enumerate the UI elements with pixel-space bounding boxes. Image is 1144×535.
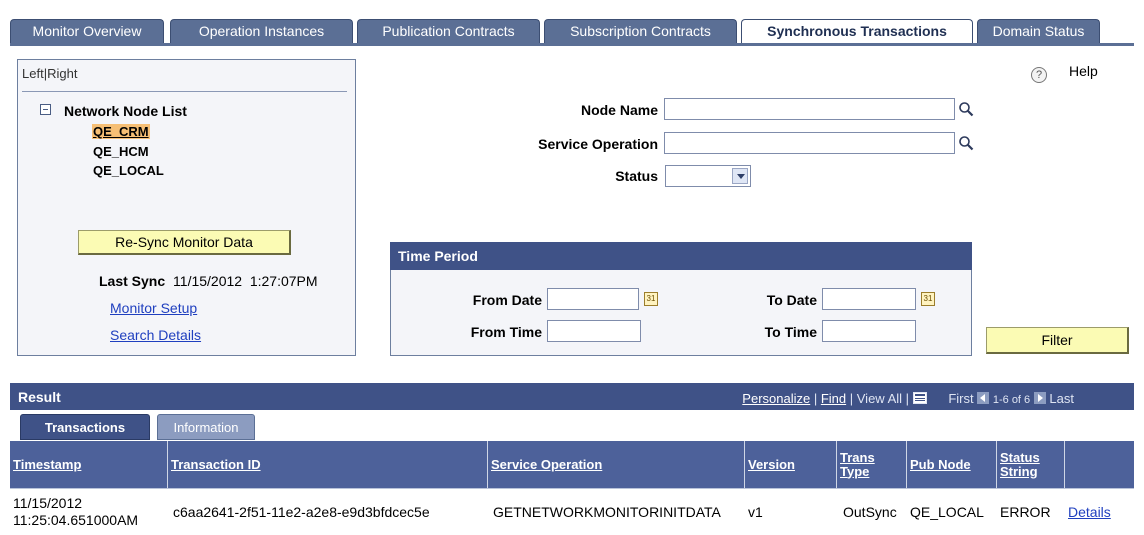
row-range: 1-6 of 6 — [992, 394, 1031, 406]
node-item-qe-local[interactable]: QE_LOCAL — [93, 163, 164, 178]
download-grid-icon[interactable] — [912, 392, 927, 404]
network-node-list-title: Network Node List — [64, 103, 187, 119]
tab-information[interactable]: Information — [157, 414, 255, 440]
to-date-calendar-icon[interactable]: 31 — [921, 292, 935, 306]
tab-monitor-overview[interactable]: Monitor Overview — [10, 19, 164, 43]
filter-button[interactable]: Filter — [986, 327, 1129, 354]
next-arrow-icon[interactable] — [1033, 392, 1046, 404]
tab-publication-contracts[interactable]: Publication Contracts — [357, 19, 540, 43]
cell-timestamp: 11/15/2012 11:25:04.651000AM — [10, 488, 168, 535]
cell-pub-node: QE_LOCAL — [910, 503, 984, 520]
tab-transactions[interactable]: Transactions — [20, 414, 150, 440]
from-date-label: From Date — [472, 292, 542, 308]
tab-synchronous-transactions[interactable]: Synchronous Transactions — [741, 19, 973, 44]
view-all-link[interactable]: View All — [857, 391, 902, 406]
details-link[interactable]: Details — [1065, 488, 1134, 535]
column-header-timestamp[interactable]: Timestamp — [10, 441, 168, 488]
personalize-link[interactable]: Personalize — [742, 391, 810, 406]
panel-divider — [22, 91, 347, 92]
first-link[interactable]: First — [948, 391, 973, 406]
tab-underline — [10, 43, 1134, 46]
timestamp-date: 11/15/2012 — [13, 494, 83, 511]
status-label: Status — [615, 168, 658, 184]
last-sync-label: Last Sync — [99, 273, 166, 289]
tab-operation-instances[interactable]: Operation Instances — [170, 19, 353, 43]
service-operation-label: Service Operation — [538, 136, 658, 152]
collapse-minus-icon[interactable] — [40, 104, 51, 115]
result-title: Result — [18, 389, 61, 405]
search-details-link[interactable]: Search Details — [110, 327, 201, 343]
cell-status: ERROR — [1000, 503, 1051, 520]
result-navigation: Personalize | Find | View All | First 1-… — [742, 391, 1074, 406]
to-date-label: To Date — [766, 292, 817, 308]
resync-monitor-data-button[interactable]: Re-Sync Monitor Data — [78, 230, 291, 255]
result-tab-bar: Transactions Information — [10, 414, 1134, 441]
column-header-trans-type[interactable]: Trans Type — [837, 441, 907, 488]
last-link[interactable]: Last — [1049, 391, 1074, 406]
node-item-qe-crm[interactable]: QE_CRM — [92, 124, 150, 139]
time-period-title: Time Period — [390, 242, 972, 270]
tab-subscription-contracts[interactable]: Subscription Contracts — [544, 19, 737, 43]
service-operation-lookup-icon[interactable] — [958, 135, 974, 151]
to-time-input[interactable] — [822, 320, 916, 342]
right-link[interactable]: Right — [47, 66, 77, 81]
status-select[interactable] — [665, 165, 751, 187]
top-tab-bar: Monitor Overview Operation Instances Pub… — [10, 19, 1134, 44]
cell-service-operation: GETNETWORKMONITORINITDATA — [493, 503, 721, 520]
column-header-pub-node[interactable]: Pub Node — [907, 441, 997, 488]
left-link[interactable]: Left — [22, 66, 44, 81]
left-right-toggle: Left|Right — [22, 66, 77, 81]
to-date-input[interactable] — [822, 288, 916, 310]
node-name-input[interactable] — [664, 98, 955, 120]
from-date-input[interactable] — [547, 288, 639, 310]
previous-arrow-icon[interactable] — [977, 392, 990, 404]
node-item-qe-hcm[interactable]: QE_HCM — [93, 144, 149, 159]
service-operation-input[interactable] — [664, 132, 955, 154]
help-link[interactable]: Help — [1069, 63, 1098, 79]
column-header-status-string[interactable]: Status String — [997, 441, 1065, 488]
from-time-input[interactable] — [547, 320, 641, 342]
column-header-version[interactable]: Version — [745, 441, 837, 488]
from-time-label: From Time — [470, 324, 542, 340]
column-header-details — [1065, 441, 1134, 488]
chevron-down-icon[interactable] — [732, 168, 748, 184]
tab-domain-status[interactable]: Domain Status — [977, 19, 1100, 43]
timestamp-time: 11:25:04.651000AM — [13, 511, 139, 528]
help-icon[interactable]: ? — [1031, 67, 1047, 83]
cell-version: v1 — [748, 503, 763, 520]
monitor-setup-link[interactable]: Monitor Setup — [110, 300, 197, 316]
from-date-calendar-icon[interactable]: 31 — [644, 292, 658, 306]
node-name-label: Node Name — [580, 102, 658, 118]
last-sync-value: 11/15/2012 1:27:07PM — [173, 273, 318, 289]
cell-trans-type: OutSync — [843, 503, 897, 520]
cell-transaction-id: c6aa2641-2f51-11e2-a2e8-e9d3bfdcec5e — [173, 503, 430, 520]
last-sync: Last Sync 11/15/2012 1:27:07PM — [99, 273, 318, 289]
find-link[interactable]: Find — [821, 391, 846, 406]
column-header-transaction-id[interactable]: Transaction ID — [168, 441, 488, 488]
column-header-service-operation[interactable]: Service Operation — [488, 441, 745, 488]
node-name-lookup-icon[interactable] — [958, 101, 974, 117]
to-time-label: To Time — [764, 324, 817, 340]
